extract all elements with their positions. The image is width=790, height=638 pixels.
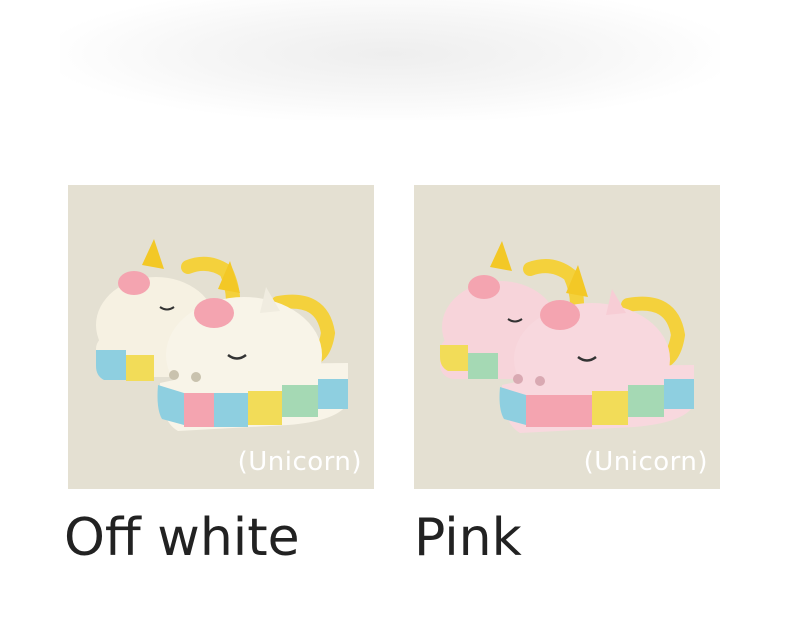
variant-tag: (Unicorn)	[583, 447, 708, 477]
product-card-off-white[interactable]: (Unicorn)	[68, 185, 374, 489]
unicorn-clog-off-white-image	[96, 239, 348, 431]
color-name-label: Pink	[414, 508, 522, 568]
variant-tag: (Unicorn)	[237, 447, 362, 477]
color-name-label: Off white	[64, 508, 300, 568]
product-card-pink[interactable]: (Unicorn)	[414, 185, 720, 489]
background-shadow	[60, 0, 720, 120]
unicorn-clog-pink-image	[440, 241, 694, 433]
